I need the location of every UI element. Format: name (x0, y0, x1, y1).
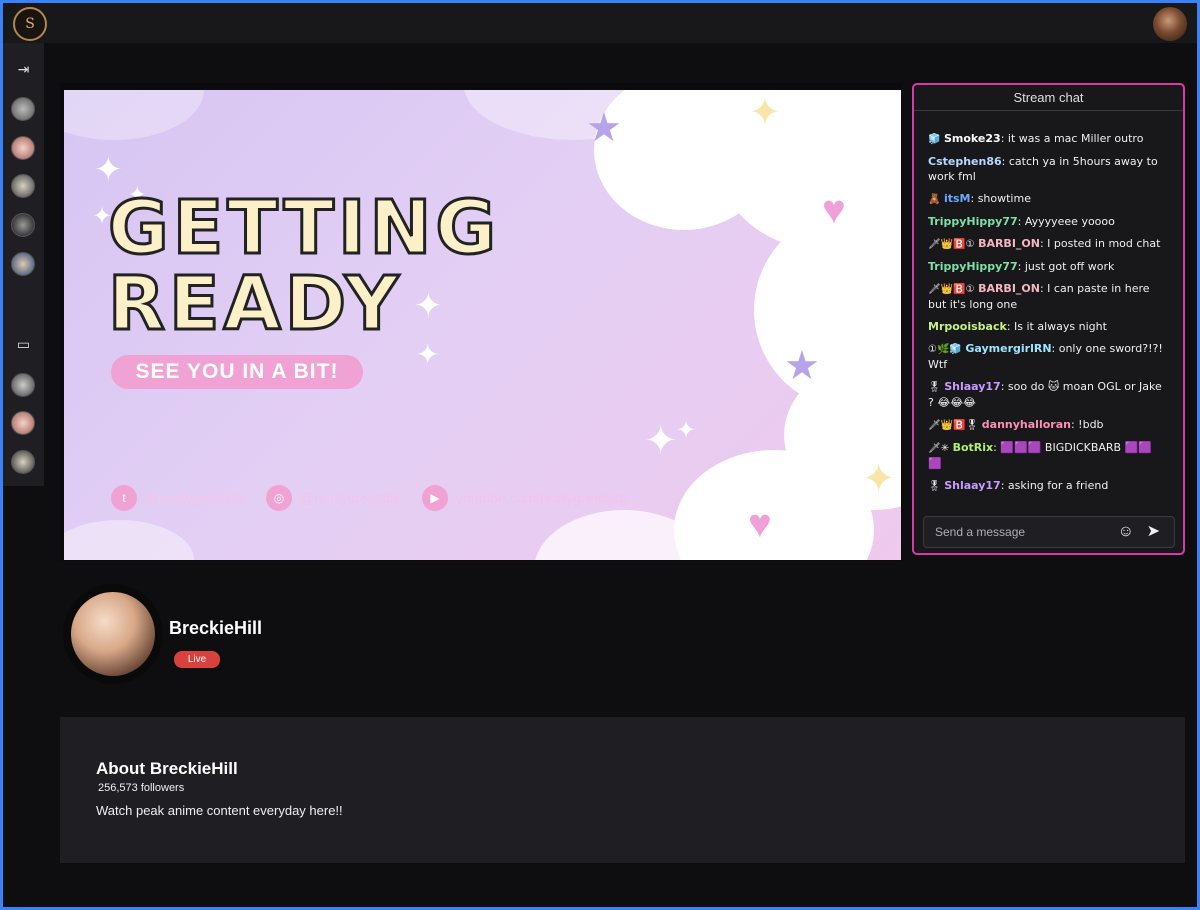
chat-text: it was a mac Miller outro (1007, 132, 1144, 145)
chat-username[interactable]: BotRix (953, 441, 994, 454)
user-badge-icon: 🗡👑🅱️🎖 (928, 420, 979, 431)
user-badge-icon: 🧸 (928, 194, 941, 205)
user-badge-icon: 🗡👑🅱️① (928, 239, 975, 250)
followed-channel-avatar[interactable] (11, 97, 35, 121)
sparkle-icon: ✦ (862, 457, 896, 501)
top-bar: S (3, 3, 1197, 43)
youtube-icon: ▶ (422, 485, 448, 511)
chat-text: showtime (977, 192, 1031, 205)
streamer-avatar[interactable] (63, 584, 163, 684)
stream-subtitle: SEE YOU IN A BIT! (111, 355, 363, 389)
social-youtube: ▶ youtube.com/reallygreatsite (422, 485, 627, 511)
chat-message: Cstephen86: catch ya in 5hours away to w… (928, 155, 1158, 183)
chat-username[interactable]: itsM (944, 192, 971, 205)
brand-logo[interactable]: S (13, 7, 47, 41)
sparkle-icon: ✦ (749, 92, 781, 134)
chat-message: 🗡👑🅱️① BARBI_ON: I posted in mod chat (928, 237, 1161, 250)
chat-username[interactable]: dannyhalloran (982, 418, 1071, 431)
social-twitter: t @reallygreatsite (111, 485, 246, 511)
user-badge-icon: 🎖 (928, 481, 941, 492)
followed-channel-avatar[interactable] (11, 213, 35, 237)
chat-username[interactable]: TrippyHippy77 (928, 260, 1018, 273)
live-channel-avatar[interactable] (11, 411, 35, 435)
followed-channel-avatar[interactable] (11, 252, 35, 276)
chat-username[interactable]: TrippyHippy77 (928, 215, 1018, 228)
send-arrow-icon[interactable]: ➤ (1147, 517, 1160, 547)
chat-username[interactable]: Shlaay17 (944, 479, 1001, 492)
streamer-name[interactable]: BreckieHill (169, 618, 262, 639)
chat-text: !bdb (1078, 418, 1104, 431)
chat-input[interactable]: Send a message ☺ ➤ (923, 516, 1175, 548)
sparkle-icon: ✦ (94, 151, 123, 189)
chat-message: TrippyHippy77: Ayyyyeee yoooo (928, 215, 1115, 228)
social-handle: youtube.com/reallygreatsite (456, 490, 628, 506)
chat-text: I posted in mod chat (1047, 237, 1161, 250)
user-badge-icon: 🗡✳ (928, 443, 950, 454)
sidebar: ⇥ ▭ (3, 43, 44, 486)
chat-text: Ayyyyeee yoooo (1024, 215, 1115, 228)
about-title: About BreckieHill (96, 759, 238, 778)
chat-message: 🧊 Smoke23: it was a mac Miller outro (928, 132, 1144, 145)
chat-message: 🗡✳ BotRix: 🟪🟪🟪 BIGDICKBARB 🟪🟪🟪 (928, 441, 1152, 470)
chat-message: 🗡👑🅱️① BARBI_ON: I can paste in here but … (928, 282, 1150, 311)
user-badge-icon: 🎖 (928, 382, 941, 393)
chat-username[interactable]: GaymergirlRN (965, 342, 1051, 355)
sparkle-icon: ✦ (416, 339, 440, 370)
smiley-icon[interactable]: ☺ (1118, 517, 1134, 547)
star-icon: ★ (586, 106, 622, 150)
heart-icon: ♥ (748, 502, 772, 546)
chat-title: Stream chat (914, 85, 1183, 111)
stream-chat: Stream chat 🧊 Smoke23: it was a mac Mill… (912, 83, 1185, 555)
chat-input-placeholder: Send a message (935, 525, 1026, 539)
chat-message: 🎖 Shlaay17: asking for a friend (928, 479, 1109, 492)
heart-icon: ♥ (822, 188, 846, 232)
chat-text: asking for a friend (1007, 479, 1109, 492)
chat-text: just got off work (1024, 260, 1115, 273)
sparkle-icon: ✦ (676, 417, 697, 444)
twitter-icon: t (111, 485, 137, 511)
user-badge-icon: 🗡👑🅱️① (928, 284, 975, 295)
title-line-2: READY (106, 261, 403, 347)
social-handle: @reallygreatsite (300, 490, 402, 506)
chat-message: TrippyHippy77: just got off work (928, 260, 1115, 273)
chat-username[interactable]: Smoke23 (944, 132, 1001, 145)
stream-screen: ✦ ✦ ✦ ✦ ✦ ✦ ✦ ✦ ✦ ★ ★ ♥ ♥ GETTING READY … (64, 90, 901, 560)
social-instagram: ◎ @reallygreatsite (266, 485, 401, 511)
follower-count: 256,573 followers (98, 782, 185, 794)
live-channel-avatar[interactable] (11, 373, 35, 397)
expand-arrow-icon[interactable]: ⇥ (3, 61, 44, 78)
instagram-icon: ◎ (266, 485, 292, 511)
sparkle-icon: ✦ (644, 419, 678, 463)
user-badge-icon: ①🌿🧊 (928, 344, 962, 355)
video-player[interactable]: ✦ ✦ ✦ ✦ ✦ ✦ ✦ ✦ ✦ ★ ★ ♥ ♥ GETTING READY … (60, 83, 902, 561)
chat-message: Mrpooisback: Is it always night (928, 320, 1107, 333)
live-channel-avatar[interactable] (11, 450, 35, 474)
chat-text: Is it always night (1014, 320, 1107, 333)
about-panel: About BreckieHill 256,573 followers Watc… (60, 717, 1185, 863)
chat-username[interactable]: Mrpooisback (928, 320, 1007, 333)
title-line-1: GETTING (106, 185, 501, 271)
chat-message: 🎖 Shlaay17: soo do 🐱 moan OGL or Jake ? … (928, 380, 1162, 409)
chat-message: ①🌿🧊 GaymergirlRN: only one sword?!?! Wtf (928, 342, 1163, 371)
chat-username[interactable]: BARBI_ON (978, 237, 1040, 250)
stream-title: GETTING READY (106, 185, 501, 347)
user-avatar[interactable] (1153, 7, 1187, 41)
chat-username[interactable]: Shlaay17 (944, 380, 1001, 393)
video-camera-icon: ▭ (16, 336, 31, 352)
user-badge-icon: 🧊 (928, 134, 941, 145)
chat-message: 🗡👑🅱️🎖 dannyhalloran: !bdb (928, 418, 1104, 431)
followed-channel-avatar[interactable] (11, 174, 35, 198)
star-icon: ★ (784, 344, 820, 388)
social-handle: @reallygreatsite (145, 490, 247, 506)
live-badge: Live (174, 651, 220, 668)
chat-username[interactable]: Cstephen86 (928, 155, 1002, 168)
chat-message-list[interactable]: 🧊 Smoke23: it was a mac Miller outro Cste… (928, 131, 1163, 501)
chat-username[interactable]: BARBI_ON (978, 282, 1040, 295)
about-description: Watch peak anime content everyday here!! (96, 803, 343, 818)
followed-channel-avatar[interactable] (11, 136, 35, 160)
chat-message: 🧸 itsM: showtime (928, 192, 1031, 205)
